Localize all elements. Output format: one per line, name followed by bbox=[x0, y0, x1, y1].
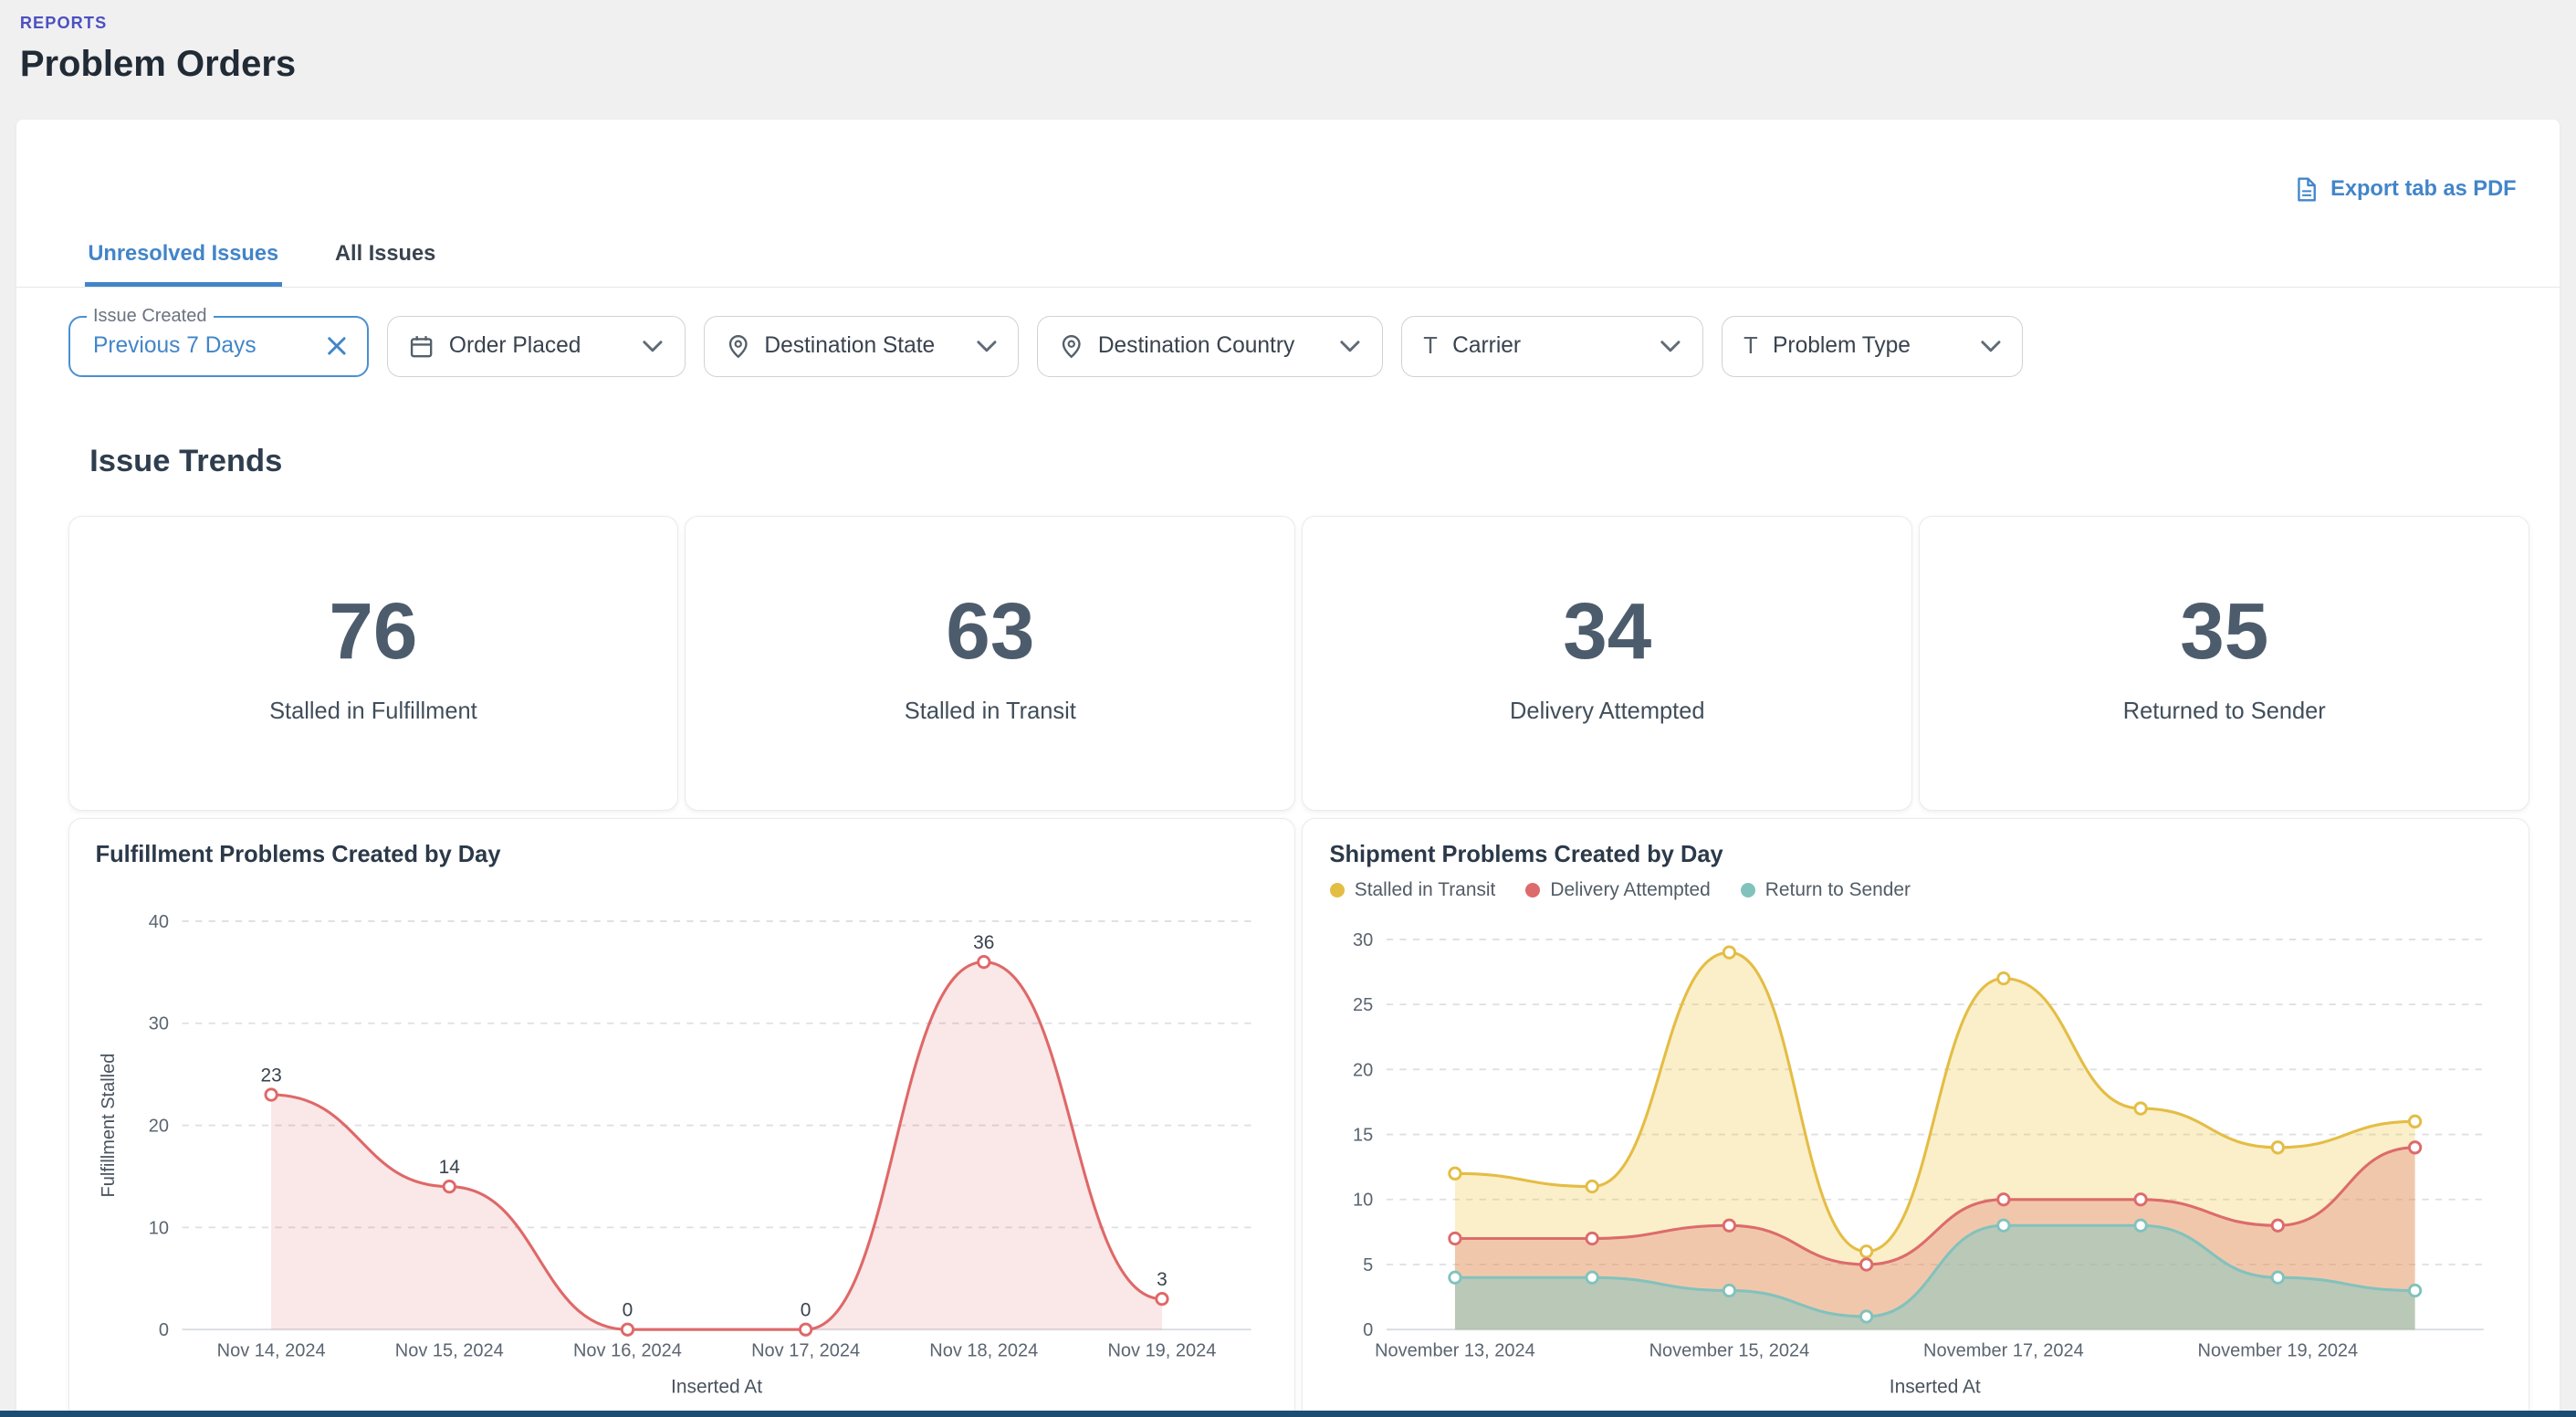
svg-text:5: 5 bbox=[1363, 1255, 1373, 1275]
stat-label: Returned to Sender bbox=[2123, 698, 2326, 725]
svg-text:November 13, 2024: November 13, 2024 bbox=[1375, 1341, 1535, 1361]
svg-text:Nov 15, 2024: Nov 15, 2024 bbox=[394, 1341, 503, 1361]
chart-title: Shipment Problems Created by Day bbox=[1330, 838, 2503, 871]
svg-text:Fulfillment Stalled: Fulfillment Stalled bbox=[99, 1054, 119, 1198]
chart-legend: Stalled in Transit Delivery Attempted Re… bbox=[1330, 872, 2503, 908]
stat-label: Stalled in Transit bbox=[905, 698, 1076, 725]
fulfillment-chart-card: Fulfillment Problems Created by Day 0 10 2… bbox=[68, 818, 1296, 1417]
svg-text:25: 25 bbox=[1353, 995, 1373, 1015]
stat-card-stalled-in-transit: 63 Stalled in Transit bbox=[685, 516, 1295, 812]
section-title: Issue Trends bbox=[89, 444, 2560, 479]
chevron-down-icon bbox=[977, 340, 997, 353]
stat-cards: 76 Stalled in Fulfillment 63 Stalled in … bbox=[68, 516, 2530, 812]
svg-text:November 17, 2024: November 17, 2024 bbox=[1923, 1341, 2084, 1361]
page-header: REPORTS Problem Orders bbox=[0, 0, 2576, 85]
filter-destination-country-label: Destination Country bbox=[1098, 333, 1294, 359]
filter-problem-type[interactable]: T Problem Type bbox=[1722, 316, 2024, 377]
stat-value: 63 bbox=[946, 592, 1034, 671]
svg-text:Nov 17, 2024: Nov 17, 2024 bbox=[751, 1341, 860, 1361]
svg-text:November 15, 2024: November 15, 2024 bbox=[1649, 1341, 1809, 1361]
shipment-problems-chart: 0 5 10 15 20 25 30 November 13, 2024 November 15… bbox=[1330, 911, 2504, 1409]
svg-text:3: 3 bbox=[1157, 1270, 1168, 1291]
legend-dot-icon bbox=[1330, 883, 1345, 897]
svg-text:Nov 19, 2024: Nov 19, 2024 bbox=[1107, 1341, 1216, 1361]
chevron-down-icon bbox=[1660, 340, 1681, 353]
breadcrumb[interactable]: REPORTS bbox=[20, 14, 2576, 33]
chevron-down-icon bbox=[1981, 340, 2001, 353]
filter-carrier-label: Carrier bbox=[1452, 333, 1521, 359]
filter-destination-country[interactable]: Destination Country bbox=[1037, 316, 1382, 377]
svg-text:Nov 18, 2024: Nov 18, 2024 bbox=[929, 1341, 1038, 1361]
chart-title: Fulfillment Problems Created by Day bbox=[96, 838, 1269, 871]
stat-card-returned-to-sender: 35 Returned to Sender bbox=[1919, 516, 2529, 812]
filter-destination-state-label: Destination State bbox=[764, 333, 935, 359]
legend-item-stalled-in-transit[interactable]: Stalled in Transit bbox=[1330, 879, 1496, 901]
app-root: REPORTS Problem Orders Export tab as PDF… bbox=[0, 0, 2576, 1417]
svg-text:40: 40 bbox=[148, 912, 168, 932]
filter-problem-type-label: Problem Type bbox=[1773, 333, 1911, 359]
svg-text:Nov 14, 2024: Nov 14, 2024 bbox=[216, 1341, 325, 1361]
svg-text:0: 0 bbox=[158, 1321, 168, 1341]
svg-text:0: 0 bbox=[622, 1300, 633, 1321]
svg-text:November 19, 2024: November 19, 2024 bbox=[2197, 1341, 2358, 1361]
location-pin-icon bbox=[1060, 334, 1083, 359]
text-filter-icon: T bbox=[1423, 335, 1438, 358]
filter-bar: Issue Created Previous 7 Days Order Plac… bbox=[68, 316, 2560, 377]
legend-dot-icon bbox=[1525, 883, 1540, 897]
svg-text:20: 20 bbox=[1353, 1061, 1373, 1081]
filter-order-placed[interactable]: Order Placed bbox=[387, 316, 686, 377]
svg-text:Inserted At: Inserted At bbox=[671, 1377, 762, 1398]
svg-text:20: 20 bbox=[148, 1117, 168, 1137]
svg-text:Nov 16, 2024: Nov 16, 2024 bbox=[573, 1341, 682, 1361]
stat-card-delivery-attempted: 34 Delivery Attempted bbox=[1302, 516, 1912, 812]
legend-item-return-to-sender[interactable]: Return to Sender bbox=[1741, 879, 1911, 901]
location-pin-icon bbox=[727, 334, 749, 359]
stat-value: 34 bbox=[1563, 592, 1651, 671]
report-card: Export tab as PDF Unresolved Issues All … bbox=[16, 120, 2560, 1417]
calendar-icon bbox=[409, 334, 434, 359]
clear-filter-icon[interactable] bbox=[327, 336, 347, 356]
export-pdf-link[interactable]: Export tab as PDF bbox=[2294, 176, 2516, 203]
stat-value: 35 bbox=[2180, 592, 2268, 671]
svg-text:23: 23 bbox=[260, 1065, 281, 1086]
bottom-bar bbox=[0, 1411, 2576, 1417]
filter-destination-state[interactable]: Destination State bbox=[704, 316, 1019, 377]
svg-text:14: 14 bbox=[438, 1158, 460, 1179]
shipment-chart-card: Shipment Problems Created by Day Stalled… bbox=[1302, 818, 2529, 1417]
tab-unresolved-issues[interactable]: Unresolved Issues bbox=[85, 242, 282, 286]
svg-text:36: 36 bbox=[973, 933, 994, 954]
file-pdf-icon bbox=[2294, 176, 2319, 203]
svg-text:30: 30 bbox=[148, 1014, 168, 1034]
svg-text:0: 0 bbox=[800, 1300, 811, 1321]
legend-item-delivery-attempted[interactable]: Delivery Attempted bbox=[1525, 879, 1711, 901]
filter-issue-created-value: Previous 7 Days bbox=[93, 333, 257, 359]
tab-all-issues[interactable]: All Issues bbox=[331, 242, 439, 286]
text-filter-icon: T bbox=[1744, 335, 1758, 358]
stat-label: Delivery Attempted bbox=[1510, 698, 1705, 725]
filter-issue-created-label: Issue Created bbox=[87, 306, 214, 327]
filter-issue-created[interactable]: Issue Created Previous 7 Days bbox=[68, 316, 369, 377]
tabs: Unresolved Issues All Issues bbox=[16, 242, 2560, 287]
svg-text:15: 15 bbox=[1353, 1126, 1373, 1146]
svg-text:10: 10 bbox=[148, 1219, 168, 1239]
svg-text:10: 10 bbox=[1353, 1191, 1373, 1211]
stat-label: Stalled in Fulfillment bbox=[269, 698, 477, 725]
chevron-down-icon bbox=[643, 340, 663, 353]
svg-text:0: 0 bbox=[1363, 1321, 1373, 1341]
svg-text:Inserted At: Inserted At bbox=[1889, 1377, 1980, 1398]
stat-value: 76 bbox=[329, 592, 417, 671]
filter-carrier[interactable]: T Carrier bbox=[1401, 316, 1703, 377]
stat-card-stalled-in-fulfillment: 76 Stalled in Fulfillment bbox=[68, 516, 679, 812]
filter-order-placed-label: Order Placed bbox=[449, 333, 581, 359]
chevron-down-icon bbox=[1340, 340, 1360, 353]
fulfillment-problems-chart: 010203040Nov 14, 2024Nov 15, 2024Nov 16,… bbox=[96, 875, 1271, 1417]
legend-dot-icon bbox=[1741, 883, 1755, 897]
export-pdf-label: Export tab as PDF bbox=[2330, 177, 2516, 202]
page-title: Problem Orders bbox=[20, 44, 2576, 85]
svg-text:30: 30 bbox=[1353, 930, 1373, 950]
chart-row: Fulfillment Problems Created by Day 0 10 2… bbox=[68, 818, 2530, 1417]
